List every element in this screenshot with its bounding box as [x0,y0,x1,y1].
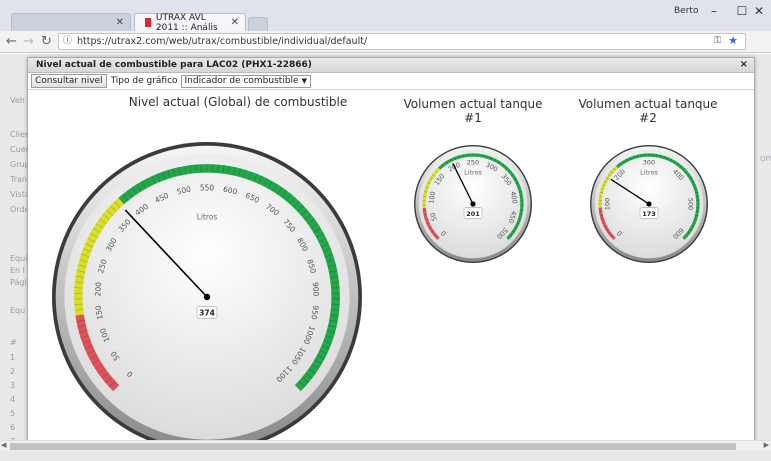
star-icon[interactable]: ★ [728,33,738,48]
scroll-right-icon[interactable]: ▶ [764,441,769,449]
gauge-value: 173 [642,210,656,218]
gauge-needle-hub [470,201,476,207]
forward-arrow-icon[interactable]: → [23,33,34,51]
minimize-icon[interactable]: – [700,2,728,20]
gauge-needle-hub [646,201,652,207]
chart-type-label: Tipo de gráfico [110,76,178,86]
fuel-gauge: 050100150200250300350400450500 550 6006507… [52,142,362,452]
profile-name[interactable]: Berto [674,6,698,16]
gauges-area: Nivel actual (Global) de combustible Vol… [28,90,754,452]
gauge-title: Nivel actual (Global) de combustible [128,95,348,109]
gauge-tick-label: 250 [467,159,479,167]
background-item: 4 [10,395,16,404]
status-bar [0,451,771,461]
gauge-tick-label: 200 [93,282,103,297]
browser-tab-strip: ✕ UTRAX AVL 2011 :: Anális ✕ Berto – ☐ ✕ [0,0,771,33]
background-item: 2 [10,367,16,376]
gauge-needle-hub [203,293,211,301]
gauge-unit-label: Litros [640,169,658,177]
chart-type-select[interactable]: Indicador de combustible ▼ [180,74,311,88]
background-item: 6 [10,423,16,432]
back-arrow-icon[interactable]: ← [6,33,17,51]
chart-type-value: Indicador de combustible [184,75,299,86]
gauge-tick-label: 300 [643,159,655,167]
browser-tab-active[interactable]: UTRAX AVL 2011 :: Anális ✕ [134,12,246,33]
scroll-left-icon[interactable]: ◀ [1,441,6,449]
background-item: Pági [10,278,27,287]
gauge-tick-label: 550 [200,184,215,193]
url-text: https://utrax2.com/web/utrax/combustible… [77,36,368,47]
gauge-tick-label: 900 [311,282,321,297]
gauge-value: 201 [466,210,480,218]
address-bar: ← → ↻ ⓘ https://utrax2.com/web/utrax/com… [0,31,771,77]
background-item: 5 [10,409,16,418]
gauge-tick-label: 100 [604,198,612,210]
gauge-value: 374 [199,308,215,317]
horizontal-scrollbar[interactable]: ◀ ▶ [0,440,771,451]
chevron-down-icon: ▼ [301,76,307,85]
background-item: 1 [10,353,16,362]
close-icon[interactable]: ✕ [231,17,239,28]
site-favicon-icon [145,18,151,27]
background-item: Equ [10,306,26,315]
background-item: En l [10,266,25,275]
gauge-tick-label: 500 [686,198,694,210]
background-item: Equi [10,254,28,263]
url-input[interactable]: ⓘ https://utrax2.com/web/utrax/combustib… [58,33,746,50]
modal-title-bar[interactable]: Nivel actual de combustible para LAC02 (… [28,58,754,73]
fuel-gauge: 0100200300400500600Litros173 [590,145,708,263]
modal-title: Nivel actual de combustible para LAC02 (… [36,60,312,70]
background-item: Tran [10,175,27,184]
modal-toolbar: Consultar nivel Tipo de gráfico Indicado… [28,73,754,90]
scrollbar-thumb[interactable] [10,443,736,450]
lock-icon: ⓘ [63,36,73,46]
new-tab-button[interactable] [248,17,268,31]
key-icon[interactable]: ⚿ [714,34,721,49]
fuel-level-modal: Nivel actual de combustible para LAC02 (… [27,57,755,452]
background-item: # [10,338,17,347]
operacion-tab[interactable]: OPERACIÓN [760,154,771,165]
fuel-gauge: 050100150200250300350400450500Litros201 [414,145,532,263]
window-close-icon[interactable]: ✕ [745,2,771,20]
close-icon[interactable]: × [740,58,748,72]
gauge-unit-label: Litros [197,213,218,222]
gauge-title: Volumen actual tanque #2 [578,97,718,125]
close-icon[interactable]: ✕ [116,17,124,28]
reload-icon[interactable]: ↻ [41,33,52,51]
consultar-nivel-button[interactable]: Consultar nivel [31,74,107,88]
gauge-unit-label: Litros [464,169,482,177]
browser-tab-inactive[interactable]: ✕ [11,13,131,31]
tab-label: UTRAX AVL 2011 :: Anális [155,12,218,33]
gauge-title: Volumen actual tanque #1 [403,97,543,125]
background-item: Veh [10,96,25,105]
background-item: 3 [10,381,16,390]
